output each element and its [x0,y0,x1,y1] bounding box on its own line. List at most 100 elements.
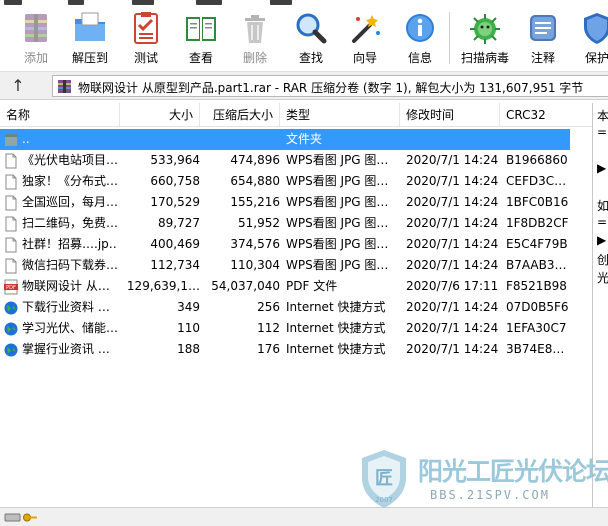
file-type: PDF 文件 [286,279,338,293]
column-packed[interactable]: 压缩后大小 [200,103,280,127]
up-arrow-icon[interactable]: ↑ [6,76,30,96]
find-button[interactable]: 查找 [282,6,340,68]
file-name: .. [22,132,30,146]
file-icon [5,153,17,169]
column-modified[interactable]: 修改时间 [400,103,500,127]
column-type[interactable]: 类型 [280,103,400,127]
info-pane-line: 光 [597,271,608,285]
info-pane-line: ▶ [597,233,607,247]
file-size: 170,529 [150,195,200,209]
file-crc: CEFD3C… [506,174,567,188]
file-modified: 2020/7/1 14:24 [406,258,499,272]
globe-icon [4,343,18,357]
info-icon [406,14,434,42]
file-row[interactable]: 独家！《分布式… 660,758 654,880 WPS看图 JPG 图… 2020/7… [0,171,570,192]
info-pane-line: = [597,125,608,139]
file-icon [5,195,17,211]
archive-path-field[interactable]: 物联网设计 从原型到产品.part1.rar - RAR 压缩分卷 (数字 1)… [52,75,608,97]
protect-shield-icon [584,13,608,44]
virus-scan-button[interactable]: 扫描病毒 [456,6,514,68]
column-crc[interactable]: CRC32 [500,103,592,127]
file-crc: 1F8DB2CF [506,216,569,230]
add-button[interactable]: 添加 [7,6,65,68]
file-row[interactable]: 全国巡回，每月… 170,529 155,216 WPS看图 JPG 图… 2020/7… [0,192,570,213]
file-row[interactable]: PDF 物联网设计 从… 129,639,1… 54,037,040 PDF 文件 202… [0,276,570,297]
file-modified: 2020/7/1 14:24 [406,237,499,251]
file-type: Internet 快捷方式 [286,300,386,314]
file-modified: 2020/7/1 14:24 [406,216,499,230]
file-packed [200,129,280,150]
info-pane-line: = [597,215,608,229]
file-name: 物联网设计 从… [22,279,110,293]
file-row[interactable]: 下载行业资料 … 349 256 Internet 快捷方式 2020/7/1 14:2… [0,297,570,318]
extract-to-label: 解压到 [71,51,108,65]
delete-label: 删除 [242,51,267,65]
file-type: WPS看图 JPG 图… [286,174,389,188]
file-type: WPS看图 JPG 图… [286,258,389,272]
view-button[interactable]: 查看 [172,6,230,68]
file-size: 112,734 [150,258,200,272]
file-name: 下载行业资料 … [22,300,110,314]
file-name: 学习光伏、储能… [22,321,118,335]
file-modified: 2020/7/1 14:24 [406,342,499,356]
file-type: Internet 快捷方式 [286,321,386,335]
file-type: WPS看图 JPG 图… [286,237,389,251]
file-name: 扫二维码，免费… [22,216,118,230]
file-name: 社群！招募….jp… [22,237,118,251]
file-row[interactable]: 微信扫码下载券… 112,734 110,304 WPS看图 JPG 图… 2020/7… [0,255,570,276]
view-label: 查看 [188,51,213,65]
comment-button[interactable]: 注释 [514,6,572,68]
file-icon [5,237,17,253]
file-row[interactable]: 扫二维码，免费… 89,727 51,952 WPS看图 JPG 图… 2020/7/1… [0,213,570,234]
file-name: 独家！《分布式… [22,174,118,188]
archive-add-icon [25,14,47,42]
delete-button[interactable]: 删除 [226,6,284,68]
file-modified: 2020/7/1 14:24 [406,321,499,335]
file-icon [5,216,17,232]
column-name[interactable]: 名称 [0,103,120,127]
file-crc: B1966860 [506,153,568,167]
folder-up-icon [5,134,17,146]
extract-to-button[interactable]: 解压到 [61,6,119,68]
file-crc: 1EFA30C7 [506,321,567,335]
toolbar: 添加 解压到 测试 查看 删除 查找 向导 信息 扫描病毒 注释 保护 [0,6,608,68]
file-icon [5,174,17,190]
file-packed: 256 [257,300,280,314]
column-size[interactable]: 大小 [120,103,200,127]
file-row[interactable]: 社群！招募….jp… 400,469 374,576 WPS看图 JPG 图… 2020… [0,234,570,255]
info-button[interactable]: 信息 [391,6,449,68]
file-crc: E5C4F79B [506,237,568,251]
wizard-button[interactable]: 向导 [336,6,394,68]
info-pane-line: 创 [597,253,608,267]
file-crc: 07D0B5F6 [506,300,569,314]
archive-path-text: 物联网设计 从原型到产品.part1.rar - RAR 压缩分卷 (数字 1)… [78,81,584,95]
add-label: 添加 [23,51,48,65]
status-bar [0,507,608,526]
info-label: 信息 [407,51,432,65]
file-packed: 112 [257,321,280,335]
file-packed: 54,037,040 [211,279,280,293]
file-name: 掌握行业资讯 … [22,342,110,356]
file-row[interactable]: 掌握行业资讯 … 188 176 Internet 快捷方式 2020/7/1 14:2… [0,339,570,360]
file-row[interactable]: 《光伏电站项目… 533,964 474,896 WPS看图 JPG 图… 2020/7… [0,150,570,171]
file-type: WPS看图 JPG 图… [286,216,389,230]
test-button[interactable]: 测试 [117,6,175,68]
info-pane-line: 如 [597,199,608,213]
find-magnifier-icon [296,13,327,44]
file-row[interactable]: .. 文件夹 [0,129,570,150]
test-checklist-icon [134,12,158,44]
file-crc [506,129,570,150]
file-row[interactable]: 学习光伏、储能… 110 112 Internet 快捷方式 2020/7/1 14:2… [0,318,570,339]
file-icon [5,258,17,274]
file-size: 533,964 [150,153,200,167]
file-crc: 1BFC0B16 [506,195,569,209]
comment-icon [530,15,556,41]
file-list[interactable]: 名称 大小 压缩后大小 类型 修改时间 CRC32 .. 文件夹《光伏电站项目… 5… [0,103,592,507]
file-name: 《光伏电站项目… [22,153,118,167]
column-header-row: 名称 大小 压缩后大小 类型 修改时间 CRC32 [0,103,592,127]
find-label: 查找 [298,51,323,65]
file-size: 660,758 [150,174,200,188]
protect-button[interactable]: 保护 [568,6,608,68]
test-label: 测试 [133,51,158,65]
svg-text:PDF: PDF [6,285,16,291]
